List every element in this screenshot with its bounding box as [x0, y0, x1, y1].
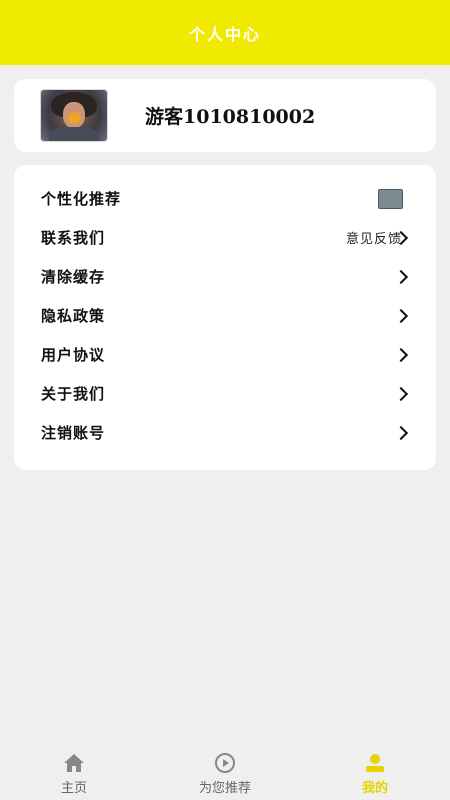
profile-card[interactable]: 游客1010810002	[14, 79, 436, 152]
settings-menu: 个性化推荐 联系我们 意见反馈 清除缓存 隐私政策 用户协议 关于我们 注销账号	[14, 165, 436, 470]
menu-item-contact-us[interactable]: 联系我们 意见反馈	[14, 218, 436, 257]
play-circle-icon	[215, 753, 235, 773]
menu-item-delete-account[interactable]: 注销账号	[14, 413, 436, 452]
chevron-right-icon	[393, 386, 409, 401]
tab-label: 主页	[60, 781, 87, 796]
tab-label: 为您推荐	[198, 781, 251, 796]
recommendation-toggle[interactable]	[378, 188, 403, 209]
tab-label: 我的	[361, 781, 388, 796]
home-icon	[64, 754, 84, 772]
menu-item-label: 关于我们	[41, 385, 106, 403]
menu-item-user-agreement[interactable]: 用户协议	[14, 335, 436, 374]
menu-item-clear-cache[interactable]: 清除缓存	[14, 257, 436, 296]
username: 游客1010810002	[145, 106, 316, 128]
chevron-right-icon	[393, 308, 409, 323]
menu-item-personalized-recommendation[interactable]: 个性化推荐	[14, 179, 436, 218]
menu-item-about-us[interactable]: 关于我们	[14, 374, 436, 413]
bottom-tab-bar: 主页 为您推荐 我的	[0, 745, 450, 800]
menu-item-privacy-policy[interactable]: 隐私政策	[14, 296, 436, 335]
avatar[interactable]	[41, 90, 107, 141]
menu-item-label: 联系我们	[41, 229, 106, 247]
tab-recommend[interactable]: 为您推荐	[175, 745, 275, 800]
tab-mine[interactable]: 我的	[325, 745, 425, 800]
top-bar: 个人中心	[0, 0, 450, 65]
tab-home[interactable]: 主页	[24, 745, 124, 800]
menu-item-label: 个性化推荐	[41, 190, 122, 208]
chevron-right-icon	[393, 347, 409, 362]
menu-item-label: 用户协议	[41, 346, 106, 364]
menu-item-label: 清除缓存	[41, 268, 106, 286]
chevron-right-icon	[393, 269, 409, 284]
user-icon	[366, 754, 384, 772]
chevron-right-icon	[393, 425, 409, 440]
menu-item-label: 隐私政策	[41, 307, 106, 325]
menu-item-label: 注销账号	[41, 424, 106, 442]
page-title: 个人中心	[188, 24, 261, 44]
